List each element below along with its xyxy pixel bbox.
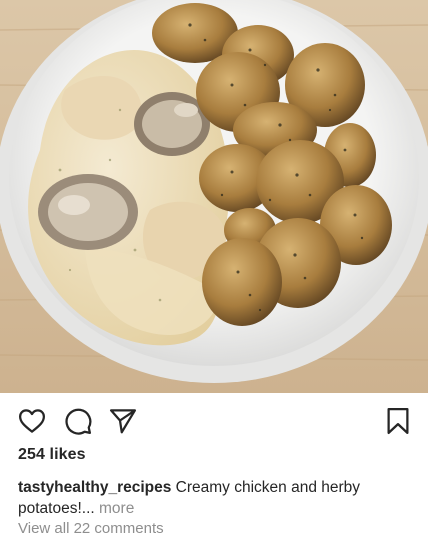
- save-button[interactable]: [383, 406, 413, 436]
- post-caption: tastyhealthy_recipes Creamy chicken and …: [18, 477, 416, 519]
- post-photo[interactable]: [0, 0, 428, 393]
- caption-username[interactable]: tastyhealthy_recipes: [18, 479, 171, 496]
- comment-button[interactable]: [63, 406, 93, 436]
- likes-count[interactable]: 254 likes: [18, 446, 86, 464]
- share-button[interactable]: [108, 406, 138, 436]
- food-photo: [0, 0, 428, 393]
- view-comments-link[interactable]: View all 22 comments: [18, 520, 164, 537]
- caption-more-link[interactable]: more: [99, 500, 134, 517]
- paper-plane-icon: [110, 409, 136, 434]
- bookmark-icon: [387, 408, 409, 434]
- like-button[interactable]: [17, 406, 47, 436]
- heart-icon: [19, 409, 45, 433]
- post-actions: [0, 393, 428, 437]
- comment-icon: [65, 408, 92, 435]
